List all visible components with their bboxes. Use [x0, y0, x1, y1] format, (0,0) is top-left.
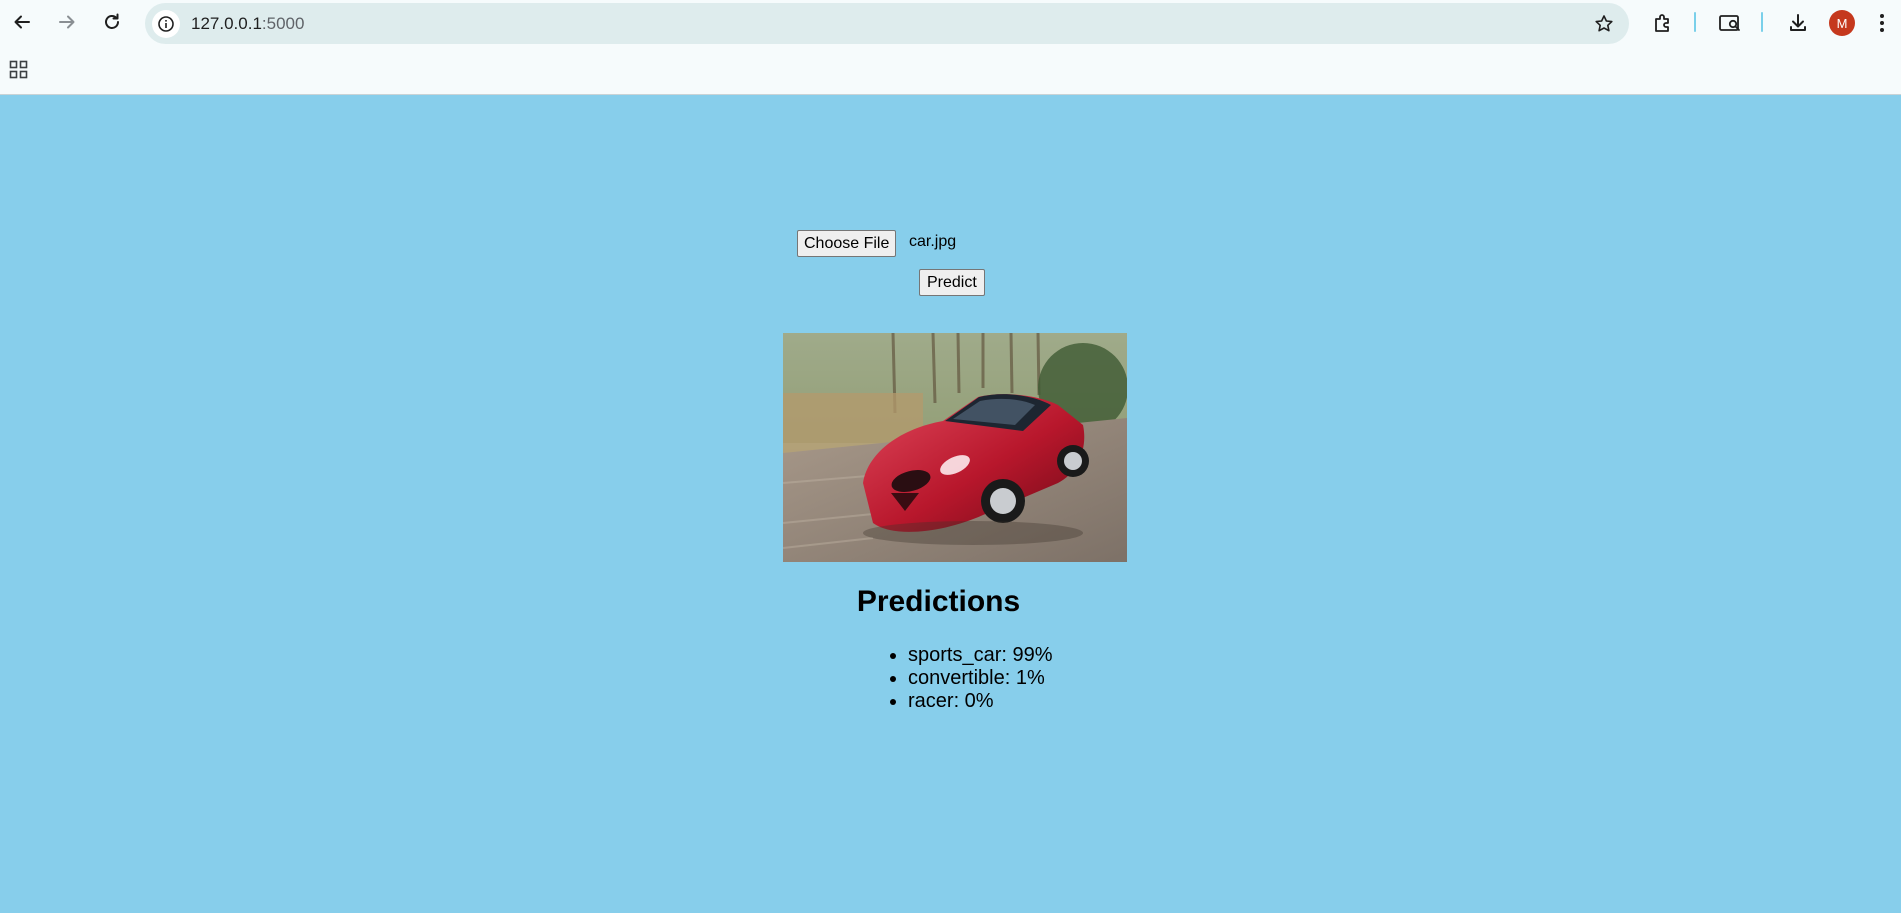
profile-avatar[interactable]: M [1829, 10, 1855, 36]
tab-search-button[interactable] [1715, 8, 1745, 38]
browser-menu-button[interactable] [1870, 8, 1894, 38]
tab-search-icon [1719, 15, 1740, 31]
predictions-list: sports_car: 99% convertible: 1% racer: 0… [868, 644, 1053, 713]
toolbar-separator [1761, 12, 1763, 32]
list-item: racer: 0% [908, 690, 1053, 713]
bookmark-button[interactable] [1591, 11, 1617, 37]
choose-file-button[interactable]: Choose File [797, 230, 897, 257]
extensions-button[interactable] [1648, 8, 1678, 38]
forward-button[interactable] [52, 7, 82, 37]
page-content: Choose File car.jpg Predict Predictions … [0, 95, 1901, 913]
url-text: 127.0.0.1:5000 [191, 14, 304, 34]
reload-icon [105, 13, 119, 29]
kebab-menu-icon [1880, 14, 1884, 32]
site-info-icon [158, 16, 174, 32]
site-info-button[interactable] [152, 10, 180, 38]
bookmark-star-icon [1595, 15, 1613, 32]
reload-button[interactable] [97, 7, 127, 37]
address-bar[interactable]: 127.0.0.1:5000 [145, 3, 1629, 44]
predictions-heading: Predictions [856, 585, 1021, 618]
download-icon [1790, 14, 1806, 31]
selected-file-name: car.jpg [909, 233, 957, 250]
browser-toolbar: 127.0.0.1:5000 M [0, 0, 1901, 95]
toolbar-separator [1694, 12, 1696, 32]
list-item: convertible: 1% [908, 667, 1053, 690]
list-item: sports_car: 99% [908, 644, 1053, 667]
url-port: :5000 [261, 14, 305, 33]
forward-arrow-icon [59, 15, 75, 29]
predict-button[interactable]: Predict [919, 269, 985, 296]
uploaded-car-image [783, 333, 1127, 562]
url-host: 127.0.0.1 [191, 14, 262, 33]
apps-grid-icon [9, 60, 28, 79]
back-button[interactable] [7, 7, 37, 37]
downloads-button[interactable] [1783, 8, 1813, 38]
back-arrow-icon [14, 15, 30, 29]
extensions-icon [1655, 14, 1669, 32]
apps-shortcut[interactable] [9, 60, 29, 80]
